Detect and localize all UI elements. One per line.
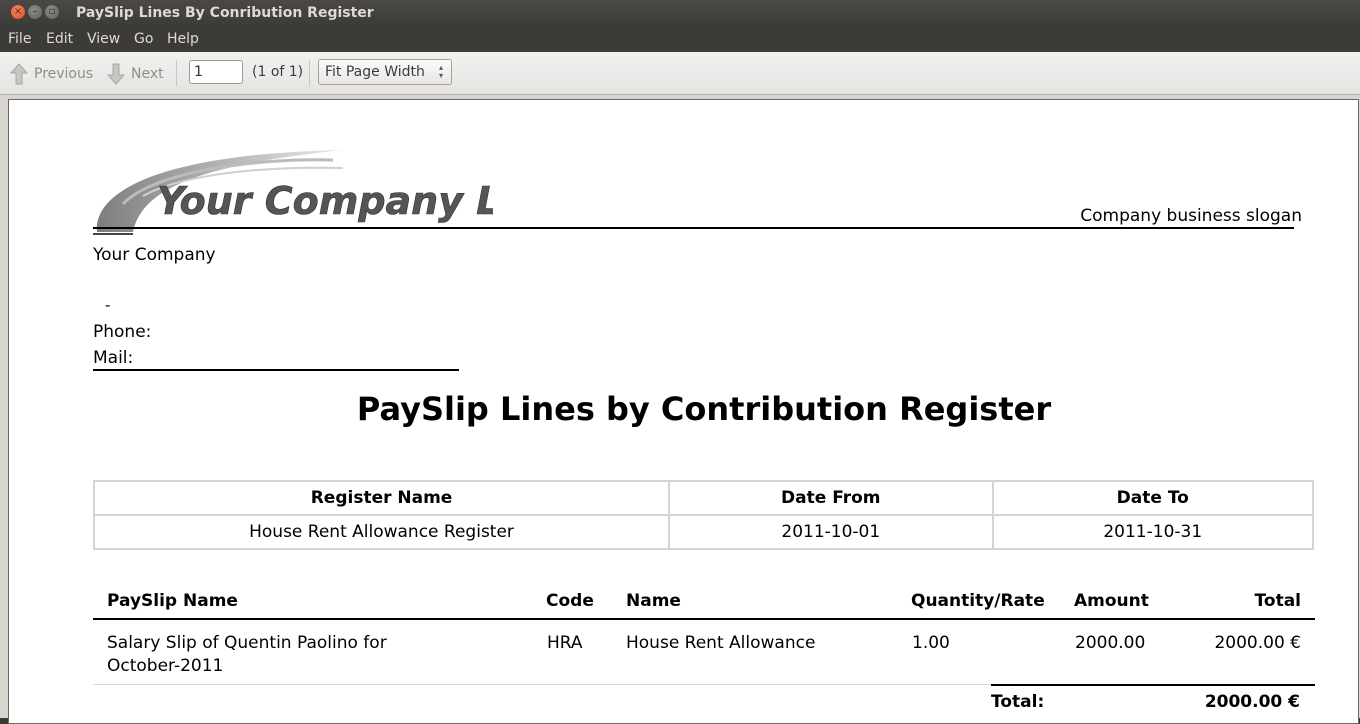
toolbar-separator [176, 60, 177, 86]
quantity-rate-cell: 1.00 [912, 633, 950, 653]
name-cell: House Rent Allowance [626, 633, 816, 653]
register-table: Register Name Date From Date To House Re… [92, 480, 1315, 550]
company-name: Your Company [93, 245, 216, 265]
total-header: Total [1254, 591, 1301, 611]
total-value: 2000.00 € [1204, 692, 1300, 712]
address-line: - [105, 296, 111, 314]
header-divider [93, 227, 1294, 229]
menu-file[interactable]: File [8, 31, 31, 47]
total-divider [991, 684, 1315, 686]
updown-arrows-icon: ▴ ▾ [438, 63, 443, 80]
date-to-cell: 2011-10-31 [991, 514, 1315, 550]
total-label: Total: [991, 692, 1045, 712]
maximize-icon[interactable]: ▫ [45, 5, 59, 19]
phone-label: Phone: [93, 322, 152, 342]
next-button[interactable]: Next [107, 63, 164, 85]
close-icon[interactable]: × [11, 5, 25, 19]
amount-header: Amount [1074, 591, 1149, 611]
lines-table-header: PaySlip Name Code Name Quantity/Rate Amo… [93, 588, 1315, 620]
zoom-select[interactable]: Fit Page Width ▴ ▾ [318, 59, 452, 85]
page-number-input[interactable] [189, 60, 243, 84]
menu-help[interactable]: Help [167, 31, 199, 47]
payslip-name-header: PaySlip Name [107, 591, 238, 611]
window-controls: × – ▫ [11, 5, 59, 19]
logo-text: Your Company Logo [157, 179, 493, 223]
payslip-name-cell: Salary Slip of Quentin Paolino for [107, 633, 387, 653]
menu-go[interactable]: Go [134, 31, 153, 47]
document-viewer[interactable]: Your Company Logo Company business sloga… [0, 95, 1360, 724]
window-titlebar: × – ▫ PaySlip Lines By Conribution Regis… [0, 0, 1360, 26]
window-title: PaySlip Lines By Conribution Register [76, 5, 374, 21]
register-table-header: Register Name Date From Date To [92, 480, 1315, 516]
amount-cell: 2000.00 [1075, 633, 1146, 653]
address-divider [93, 369, 459, 371]
company-slogan: Company business slogan [1080, 206, 1302, 226]
name-header: Name [626, 591, 681, 611]
table-row: Salary Slip of Quentin Paolino for Octob… [93, 620, 1315, 685]
date-from-cell: 2011-10-01 [668, 514, 994, 550]
date-from-header: Date From [668, 480, 994, 516]
down-arrow-icon [107, 63, 125, 85]
payslip-name-cell-line2: October-2011 [107, 656, 224, 676]
minimize-icon[interactable]: – [28, 5, 42, 19]
code-header: Code [546, 591, 594, 611]
table-row: House Rent Allowance Register 2011-10-01… [92, 514, 1315, 550]
mail-label: Mail: [93, 348, 134, 368]
report-title: PaySlip Lines by Contribution Register [356, 390, 1052, 428]
total-cell: 2000.00 € [1214, 633, 1301, 653]
toolbar-separator [309, 60, 310, 86]
toolbar: Previous Next (1 of 1) Fit Page Width ▴▾ [0, 52, 1360, 95]
quantity-rate-header: Quantity/Rate [911, 591, 1045, 611]
menubar: File Edit View Go Help [0, 26, 1360, 52]
next-label: Next [131, 66, 164, 82]
previous-label: Previous [34, 66, 94, 82]
register-name-header: Register Name [92, 480, 671, 516]
menu-edit[interactable]: Edit [46, 31, 73, 47]
register-name-cell: House Rent Allowance Register [92, 514, 671, 550]
zoom-value: Fit Page Width [325, 64, 425, 80]
company-logo: Your Company Logo [93, 150, 493, 235]
page-count: (1 of 1) [252, 64, 304, 80]
date-to-header: Date To [991, 480, 1315, 516]
previous-button[interactable]: Previous [10, 63, 93, 85]
code-cell: HRA [547, 633, 583, 653]
document-page: Your Company Logo Company business sloga… [8, 99, 1359, 724]
menu-view[interactable]: View [87, 31, 120, 47]
up-arrow-icon [10, 63, 28, 85]
